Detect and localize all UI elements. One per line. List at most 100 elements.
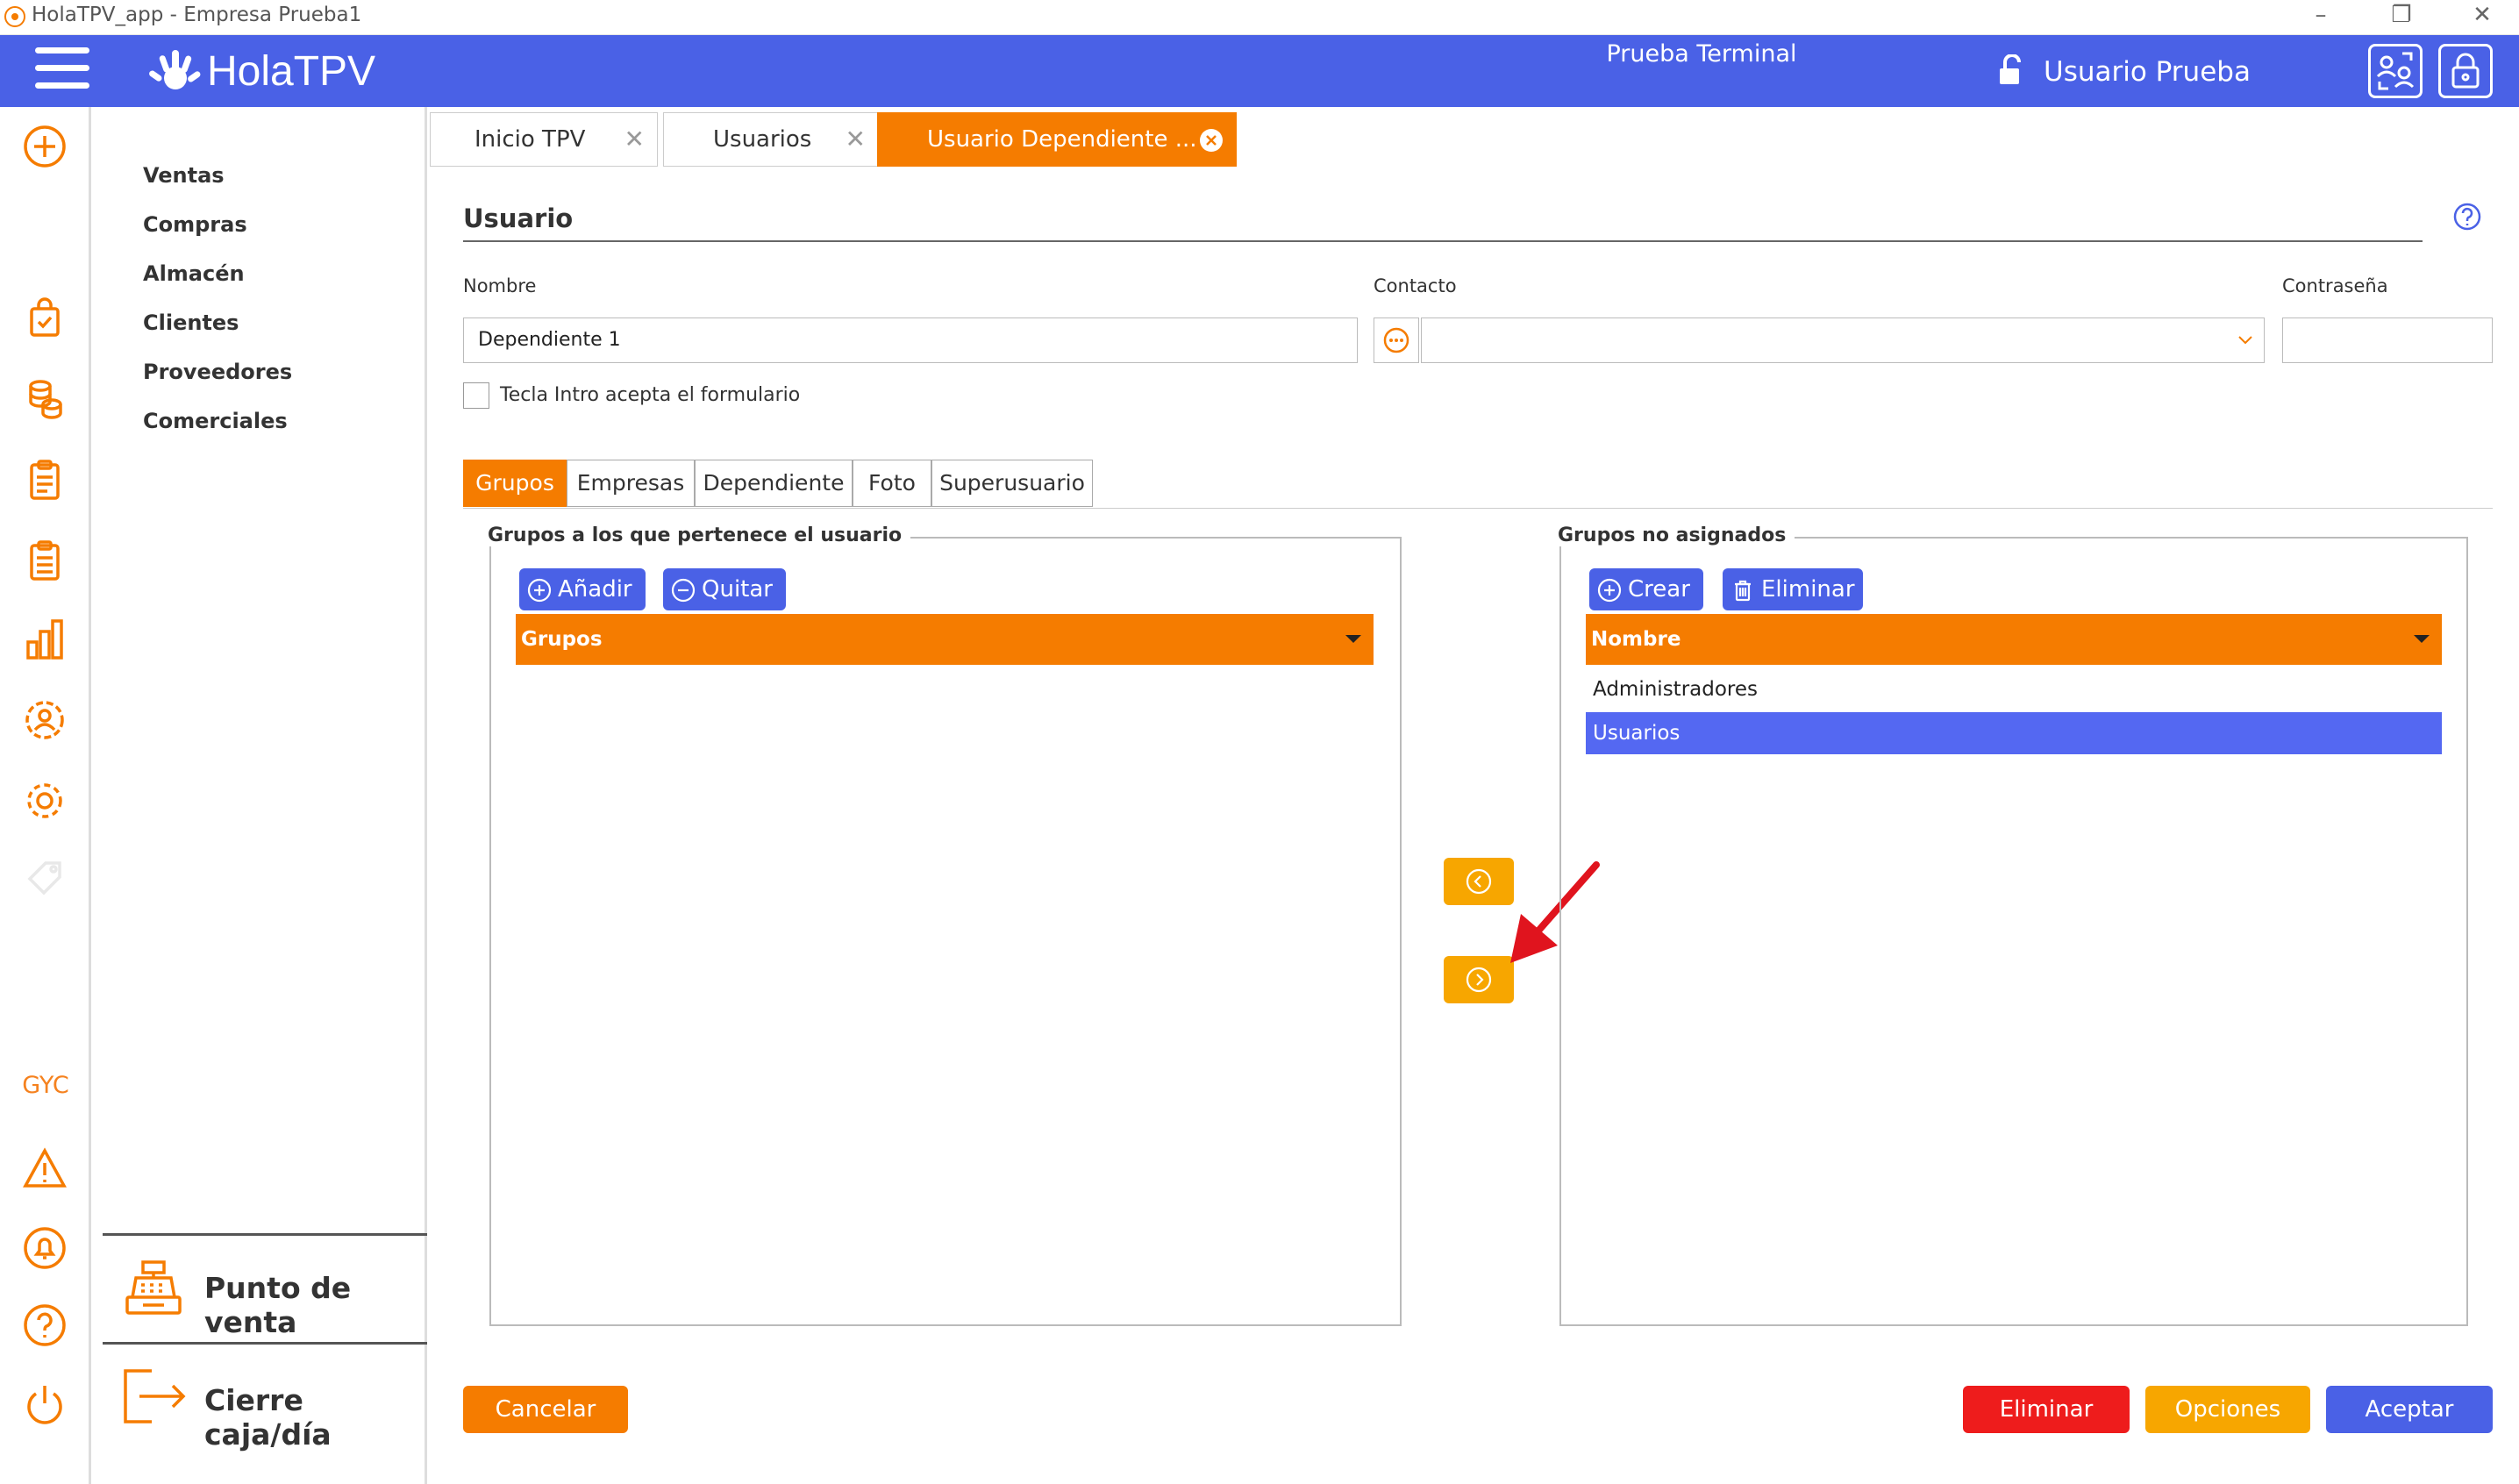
remove-group-button[interactable]: Quitar [663,568,786,610]
tab-label: Usuario Dependiente ... [927,126,1197,153]
sort-caret-icon[interactable] [2414,635,2430,643]
contacto-lookup-button[interactable] [1374,317,1419,363]
chevron-down-icon[interactable] [2237,333,2254,347]
subtab-dependiente[interactable]: Dependiente [695,460,853,507]
enter-accepts-checkbox[interactable] [463,382,489,409]
help-icon[interactable] [21,1302,68,1349]
current-user[interactable]: Usuario Prueba [2044,56,2251,88]
switch-user-button[interactable] [2368,44,2423,98]
unlock-icon [2000,54,2021,84]
cash-register-icon [125,1260,182,1315]
menu-panel: Ventas Compras Almacén Clientes Proveedo… [94,107,427,1484]
user-form: Usuario Nombre Dependiente 1 Contacto Co… [430,167,2519,1484]
column-header-nombre: Nombre [1591,628,1681,651]
create-group-label: Crear [1628,576,1690,603]
app-icon [4,6,25,27]
subtab-superusuario[interactable]: Superusuario [931,460,1093,507]
close-window-button[interactable]: ✕ [2442,0,2519,35]
tab-label: Usuarios [713,126,812,153]
chevron-right-circle-icon [1466,967,1492,993]
tab-usuarios[interactable]: Usuarios ✕ [663,112,879,167]
gear-icon[interactable] [21,777,68,824]
coins-icon[interactable] [21,375,68,423]
sort-caret-icon[interactable] [1345,635,1361,643]
brand-logo: HolaTPV [149,42,375,100]
exit-arrow-icon [124,1369,186,1423]
user-settings-icon[interactable] [21,696,68,744]
unassigned-groups-panel: Grupos no asignados Crear Eliminar Nombr… [1558,524,2468,1326]
delete-group-label: Eliminar [1761,576,1855,603]
close-register-label: Cierre caja/día [204,1383,332,1452]
minimize-button[interactable]: – [2280,0,2361,35]
pos-button[interactable]: Punto de venta [103,1233,427,1342]
contrasena-input[interactable] [2282,317,2493,363]
assigned-groups-panel: Grupos a los que pertenece el usuario Añ… [488,524,1402,1326]
enter-accepts-label: Tecla Intro acepta el formulario [500,384,801,406]
lock-screen-button[interactable] [2438,44,2493,98]
restore-button[interactable]: ❐ [2361,0,2442,35]
minus-circle-icon [671,578,696,603]
close-circle-icon[interactable] [1199,128,1224,153]
add-circle-icon[interactable] [21,123,68,170]
gyc-label[interactable]: GYC [0,1072,91,1099]
more-dots-icon [1383,327,1409,353]
unassigned-groups-legend: Grupos no asignados [1558,524,1795,546]
add-group-label: Añadir [558,576,632,603]
bell-icon[interactable] [21,1224,68,1272]
bar-chart-icon[interactable] [21,616,68,663]
menu-item-ventas[interactable]: Ventas [143,163,225,188]
subtabs-bar: Grupos Empresas Dependiente Foto Superus… [463,460,2493,509]
tab-usuario-dependiente[interactable]: Usuario Dependiente ... [877,112,1237,167]
subtab-foto[interactable]: Foto [853,460,931,507]
menu-item-almacen[interactable]: Almacén [143,261,245,286]
cancel-button[interactable]: Cancelar [463,1386,628,1433]
contacto-label: Contacto [1374,275,1457,296]
menu-item-compras[interactable]: Compras [143,212,247,237]
column-header-grupos: Grupos [521,628,603,651]
unassigned-groups-header[interactable]: Nombre [1586,614,2442,665]
assigned-groups-header[interactable]: Grupos [516,614,1374,665]
close-register-button[interactable]: Cierre caja/día [103,1342,427,1452]
menu-item-comerciales[interactable]: Comerciales [143,409,288,433]
trash-icon [1735,580,1751,602]
subtab-grupos[interactable]: Grupos [463,460,567,507]
plus-circle-icon [1597,578,1622,603]
close-icon[interactable]: ✕ [846,113,866,166]
nombre-label: Nombre [463,275,537,296]
delete-group-button[interactable]: Eliminar [1723,568,1863,610]
pos-label: Punto de venta [204,1271,352,1339]
subtab-empresas[interactable]: Empresas [567,460,695,507]
window-titlebar: HolaTPV_app - Empresa Prueba1 – ❐ ✕ [0,0,2519,35]
options-button[interactable]: Opciones [2145,1386,2310,1433]
app-header: HolaTPV Prueba Terminal Usuario Prueba [0,35,2519,107]
clipboard-icon[interactable] [21,456,68,503]
create-group-button[interactable]: Crear [1589,568,1703,610]
hand-logo-icon [149,50,201,89]
brand-name: HolaTPV [207,47,376,95]
contrasena-label: Contraseña [2282,275,2388,296]
warning-icon[interactable] [21,1145,68,1193]
section-divider [463,240,2423,242]
plus-circle-icon [527,578,552,603]
list-item[interactable]: Usuarios [1586,712,2442,754]
shopping-bag-icon[interactable] [21,295,68,342]
tab-inicio-tpv[interactable]: Inicio TPV ✕ [430,112,658,167]
hamburger-menu-icon[interactable] [35,47,89,95]
list-item[interactable]: Administradores [1586,668,2442,710]
switch-user-icon [2376,52,2415,90]
power-icon[interactable] [21,1381,68,1428]
contacto-select[interactable] [1421,317,2265,363]
document-list-icon[interactable] [21,537,68,584]
left-icon-bar: GYC [0,107,91,1484]
menu-item-clientes[interactable]: Clientes [143,310,239,335]
help-circle-icon[interactable] [2452,202,2482,232]
tag-icon[interactable] [21,854,68,902]
add-group-button[interactable]: Añadir [519,568,646,610]
terminal-name: Prueba Terminal [1606,40,1797,68]
accept-button[interactable]: Aceptar [2326,1386,2493,1433]
nombre-input[interactable]: Dependiente 1 [463,317,1358,363]
lock-icon [2451,53,2480,89]
delete-button[interactable]: Eliminar [1963,1386,2130,1433]
close-icon[interactable]: ✕ [624,113,645,166]
menu-item-proveedores[interactable]: Proveedores [143,360,292,384]
